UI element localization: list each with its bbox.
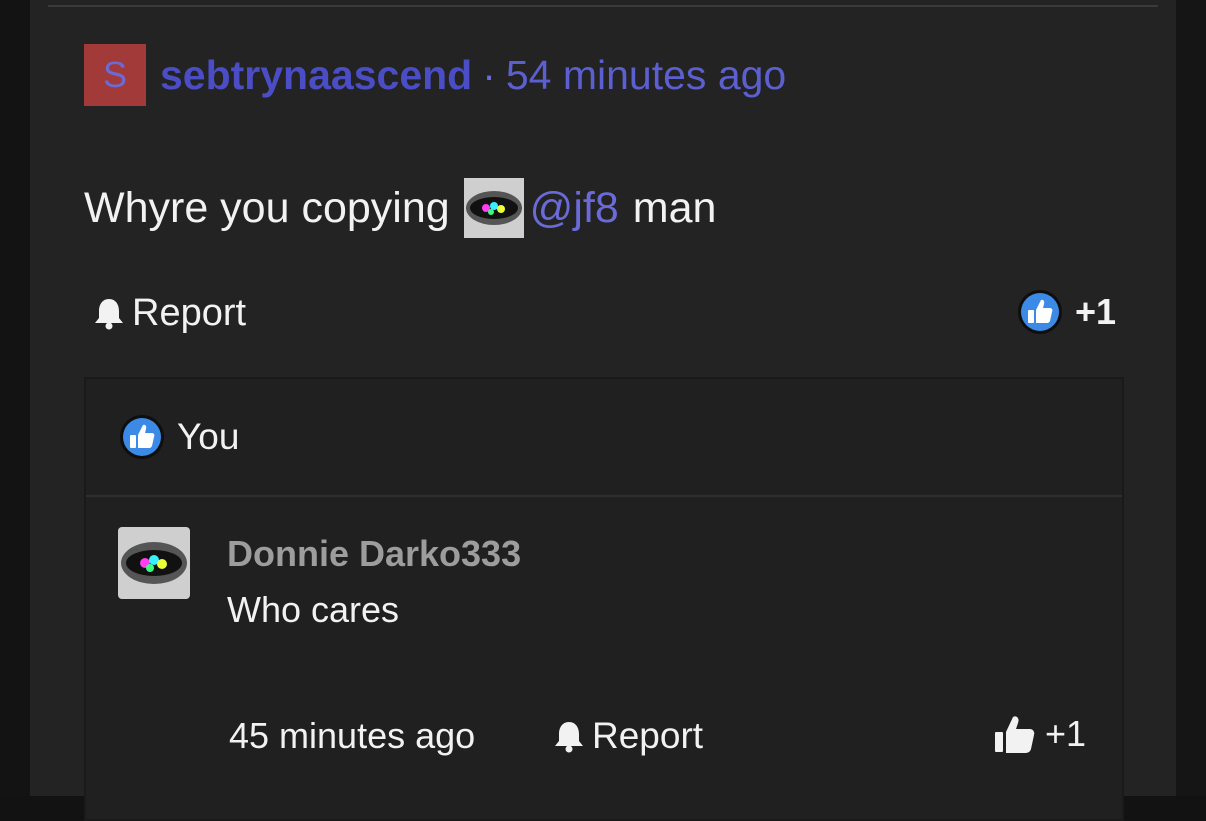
reply-like-count: +1 [1044,713,1086,754]
likers-row: You [86,379,1122,497]
left-margin [0,0,30,796]
mention-avatar [463,178,524,238]
bell-icon [95,299,123,330]
mention-link[interactable]: @jf8 [530,184,619,233]
like-circle-icon [1017,290,1062,334]
comment-text-prefix: Whyre you copying [84,183,450,232]
thumbs-up-icon [994,716,1035,753]
comment-body: Whyre you copying @jf8 man [84,178,716,238]
reply-report-label: Report [592,715,704,756]
like-circle-icon [120,415,164,459]
top-divider [48,5,1158,7]
comment-actions: Report +1 [92,290,1122,336]
reply-thread: You Donnie Darko333 Who cares 45 minutes… [84,377,1124,821]
liker-name[interactable]: You [177,416,239,458]
report-button[interactable]: Report [92,290,246,336]
comment-text-suffix: man [632,183,717,232]
comment-username[interactable]: sebtrynaascend [160,52,472,99]
like-button[interactable]: +1 [1017,288,1116,336]
reply-report-button[interactable]: Report [552,713,703,759]
comment-header: S sebtrynaascend · 54 minutes ago [84,44,786,106]
reply-like-button[interactable]: +1 [993,711,1086,757]
reply-avatar[interactable] [118,527,190,599]
bell-icon [555,722,583,753]
like-count: +1 [1074,291,1116,332]
reply-text: Who cares [227,589,400,630]
right-margin [1176,0,1206,796]
user-avatar[interactable]: S [84,44,146,106]
report-label: Report [132,291,247,334]
reply-timestamp[interactable]: 45 minutes ago [229,715,475,757]
header-separator: · [482,51,496,98]
comment-timestamp[interactable]: 54 minutes ago [506,52,786,99]
avatar-letter: S [102,54,127,95]
reply-author[interactable]: Donnie Darko333 [227,533,521,575]
